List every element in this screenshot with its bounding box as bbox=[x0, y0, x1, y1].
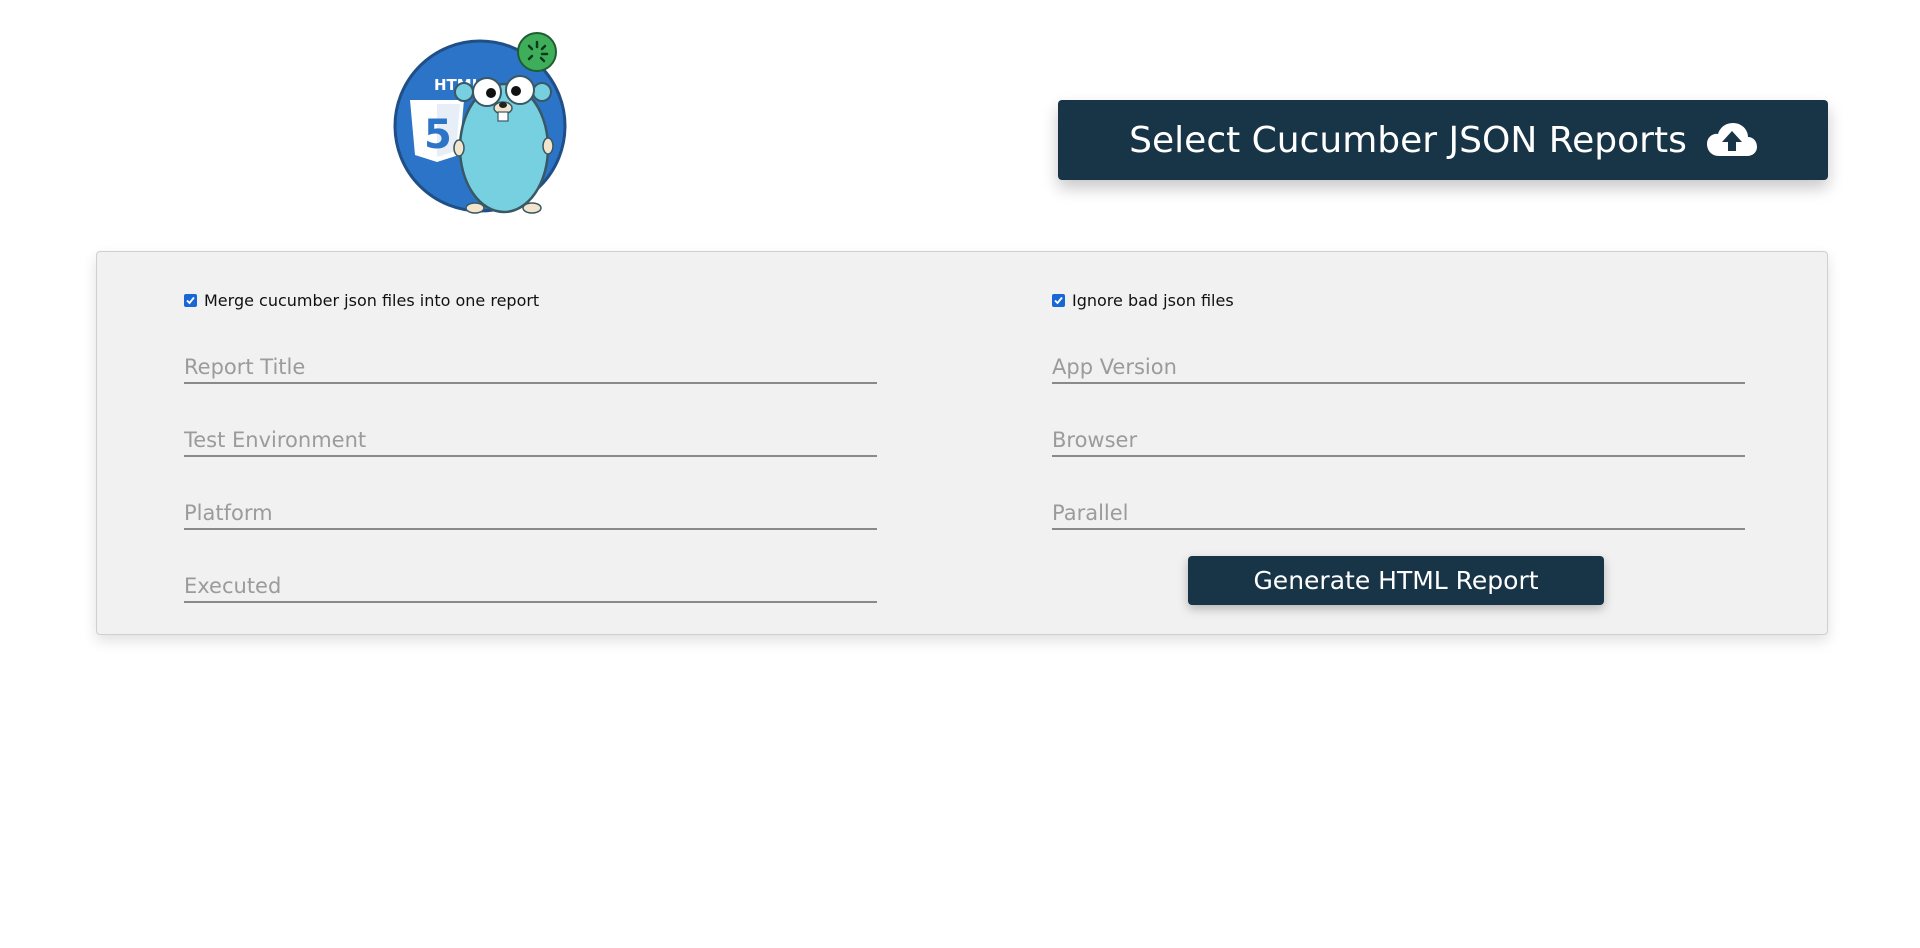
svg-text:5: 5 bbox=[424, 112, 452, 158]
platform-field bbox=[184, 498, 877, 530]
cloud-upload-icon bbox=[1706, 122, 1757, 158]
select-json-reports-button[interactable]: Select Cucumber JSON Reports bbox=[1058, 100, 1828, 180]
html5-gopher-cucumber-logo-icon: HTML 5 bbox=[393, 32, 567, 214]
parallel-field bbox=[1052, 498, 1745, 530]
report-title-field bbox=[184, 352, 877, 384]
checkbox-checked-icon[interactable] bbox=[1052, 294, 1065, 307]
test-environment-input[interactable] bbox=[184, 425, 877, 455]
test-environment-field bbox=[184, 425, 877, 457]
executed-input[interactable] bbox=[184, 571, 877, 601]
browser-field bbox=[1052, 425, 1745, 457]
browser-input[interactable] bbox=[1052, 425, 1745, 455]
platform-input[interactable] bbox=[184, 498, 877, 528]
ignore-bad-json-label: Ignore bad json files bbox=[1072, 291, 1234, 310]
checkbox-checked-icon[interactable] bbox=[184, 294, 197, 307]
select-json-reports-label: Select Cucumber JSON Reports bbox=[1129, 119, 1687, 161]
generate-html-report-label: Generate HTML Report bbox=[1253, 566, 1539, 595]
ignore-bad-json-checkbox[interactable]: Ignore bad json files bbox=[1052, 291, 1234, 310]
executed-field bbox=[184, 571, 877, 603]
app-version-input[interactable] bbox=[1052, 352, 1745, 382]
app-version-field bbox=[1052, 352, 1745, 384]
merge-json-checkbox[interactable]: Merge cucumber json files into one repor… bbox=[184, 291, 539, 310]
app-logo: HTML 5 bbox=[392, 30, 582, 215]
generate-html-report-button[interactable]: Generate HTML Report bbox=[1188, 556, 1604, 605]
merge-json-label: Merge cucumber json files into one repor… bbox=[204, 291, 540, 310]
report-title-input[interactable] bbox=[184, 352, 877, 382]
parallel-input[interactable] bbox=[1052, 498, 1745, 528]
report-options-panel: Merge cucumber json files into one repor… bbox=[96, 251, 1828, 635]
